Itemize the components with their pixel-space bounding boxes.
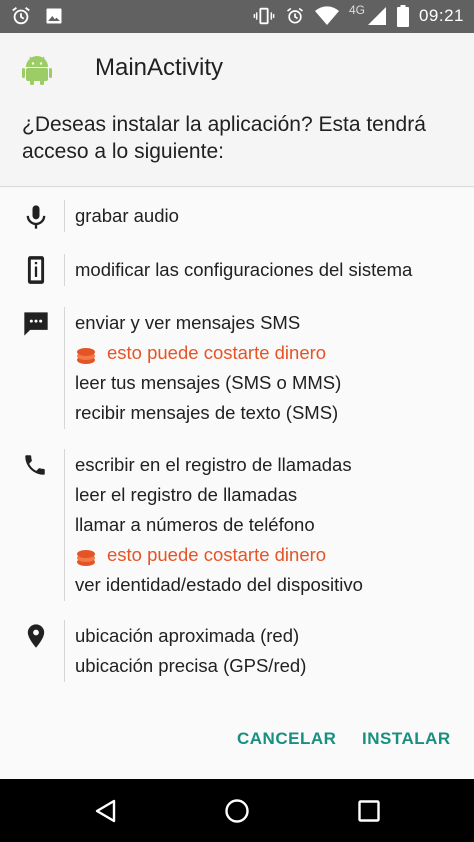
permission-item: ver identidad/estado del dispositivo xyxy=(75,574,363,595)
phone-icon xyxy=(22,452,50,480)
network-type-label: 4G xyxy=(348,3,365,17)
group-rule xyxy=(64,620,65,682)
permission-item: enviar y ver mensajes SMS xyxy=(75,312,301,333)
coins-icon xyxy=(75,546,97,566)
permission-item: escribir en el registro de llamadas xyxy=(75,454,352,475)
home-icon[interactable] xyxy=(223,797,251,825)
clock: 09:21 xyxy=(418,6,464,25)
device-settings-icon xyxy=(22,255,50,284)
back-icon[interactable] xyxy=(92,797,120,825)
navigation-bar xyxy=(0,779,474,842)
permission-list[interactable]: grabar audio modificar las configuracion… xyxy=(0,188,474,713)
install-question: ¿Deseas instalar la aplicación? Esta ten… xyxy=(22,113,426,163)
alarm-icon xyxy=(285,6,305,26)
permission-item: recibir mensajes de texto (SMS) xyxy=(75,402,339,423)
vibrate-icon xyxy=(253,5,275,27)
permission-item: llamar a números de teléfono xyxy=(75,514,315,535)
permission-item: grabar audio xyxy=(75,205,179,226)
alarm-icon xyxy=(10,5,32,27)
permission-item: ubicación aproximada (red) xyxy=(75,625,300,646)
coins-icon xyxy=(75,344,97,364)
cost-warning-text: esto puede costarte dinero xyxy=(107,544,327,565)
recents-icon[interactable] xyxy=(355,797,383,825)
permission-item: leer tus mensajes (SMS o MMS) xyxy=(75,372,342,393)
cost-warning-text: esto puede costarte dinero xyxy=(107,342,327,363)
permission-item: leer el registro de llamadas xyxy=(75,484,298,505)
signal-icon xyxy=(367,6,387,26)
dialog-actions: CANCELAR INSTALAR xyxy=(0,713,474,779)
install-button[interactable]: INSTALAR xyxy=(362,729,451,749)
group-rule xyxy=(64,254,65,286)
wifi-icon xyxy=(314,6,339,26)
status-bar: 4G 09:21 xyxy=(0,0,474,33)
app-title: MainActivity xyxy=(95,54,224,81)
microphone-icon xyxy=(22,203,50,231)
location-pin-icon xyxy=(22,622,50,650)
group-rule xyxy=(64,200,65,232)
group-rule xyxy=(64,449,65,601)
permission-item: ubicación precisa (GPS/red) xyxy=(75,655,307,676)
permission-item: modificar las configuraciones del sistem… xyxy=(75,259,413,280)
dialog-header: MainActivity ¿Deseas instalar la aplicac… xyxy=(0,33,474,188)
header-divider xyxy=(0,186,474,187)
image-notification-icon xyxy=(44,6,64,26)
cost-warning-item: esto puede costarte dinero xyxy=(75,338,341,368)
cancel-button[interactable]: CANCELAR xyxy=(237,729,336,749)
cost-warning-item: esto puede costarte dinero xyxy=(75,540,363,570)
sms-message-icon xyxy=(22,310,50,338)
group-rule xyxy=(64,307,65,429)
android-app-icon xyxy=(22,53,52,85)
battery-icon xyxy=(396,5,409,27)
